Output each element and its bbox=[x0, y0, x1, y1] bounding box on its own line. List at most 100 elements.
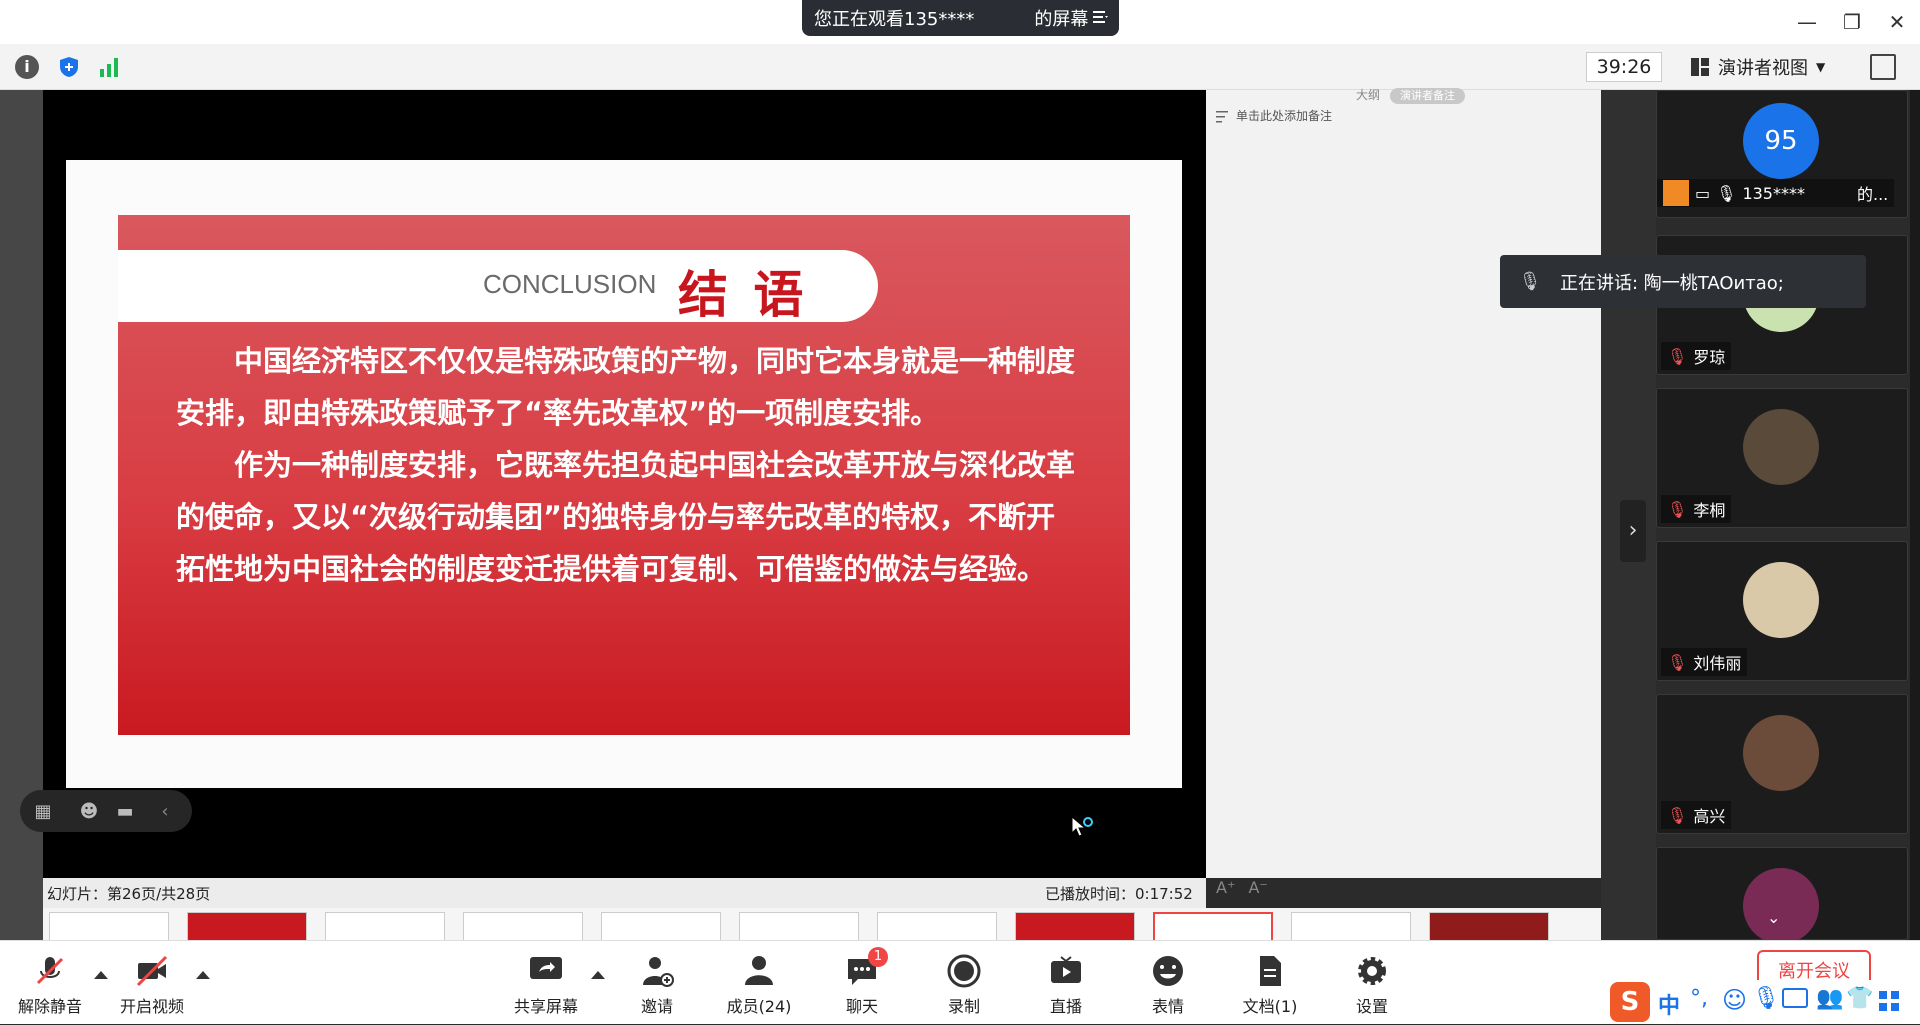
speaking-text: 正在讲话: 陶一桃TAOитао; bbox=[1560, 272, 1784, 294]
slide-status-row: 幻灯片：第26页/共28页 已播放时间：0:17:52 bbox=[43, 878, 1206, 908]
notes-panel[interactable]: 大纲 演讲者备注 单击此处添加备注 bbox=[1206, 88, 1601, 878]
members-button[interactable]: 成员(24) bbox=[709, 941, 809, 1025]
participant-tile[interactable]: 95 ▭ 🎙 135**** 的... bbox=[1656, 90, 1908, 218]
chevron-down-icon[interactable]: ⌄ bbox=[1767, 908, 1780, 927]
participant-name: 李桐 bbox=[1693, 501, 1726, 520]
notes-icon bbox=[1216, 108, 1230, 123]
reactions-button[interactable]: 表情 bbox=[1118, 941, 1218, 1025]
menu-icon[interactable] bbox=[1091, 8, 1109, 26]
security-shield-icon[interactable] bbox=[57, 55, 81, 79]
caret-up-icon[interactable] bbox=[196, 971, 210, 979]
slide-thumbnail[interactable] bbox=[463, 912, 583, 940]
slide-thumbnail[interactable] bbox=[739, 912, 859, 940]
live-button[interactable]: 直播 bbox=[1016, 941, 1116, 1025]
slide-red-panel: CONCLUSION 结 语 中国经济特区不仅仅是特殊政策的产物，同时它本身就是… bbox=[118, 215, 1130, 735]
ime-chinese-icon[interactable]: 中 bbox=[1658, 988, 1680, 1020]
presenter-badge: 演讲者备注 bbox=[1390, 88, 1465, 104]
share-screen-icon bbox=[528, 953, 564, 989]
participant-tile[interactable]: 🎙 李桐 bbox=[1656, 388, 1908, 528]
viewing-screen-pill[interactable]: 您正在观看135**** 的屏幕 bbox=[802, 0, 1119, 36]
layout-icon bbox=[1691, 58, 1709, 76]
restore-icon[interactable]: ❐ bbox=[1840, 10, 1864, 34]
ime-user-icon[interactable]: 👥 bbox=[1816, 986, 1843, 1011]
slide-thumbnail[interactable] bbox=[1291, 912, 1411, 940]
participant-name: 高兴 bbox=[1693, 807, 1726, 826]
smile-icon bbox=[1150, 953, 1186, 989]
participant-list: 95 ▭ 🎙 135**** 的... 🎙 罗琼 🎙 李桐 🎙 刘伟丽 🎙 高兴… bbox=[1656, 90, 1910, 944]
view-mode-label: 演讲者视图 bbox=[1718, 58, 1808, 79]
ime-punctuation-icon[interactable]: °, bbox=[1690, 986, 1708, 1011]
participant-tile[interactable]: ⌄ bbox=[1656, 847, 1908, 944]
record-label: 录制 bbox=[947, 997, 980, 1016]
title-bar: 您正在观看135**** 的屏幕 — ❐ ✕ bbox=[0, 0, 1920, 44]
share-screen-button[interactable]: 共享屏幕 bbox=[496, 941, 596, 1025]
ime-toolbox-icon[interactable] bbox=[1878, 990, 1900, 1012]
chevron-left-icon[interactable]: ‹ bbox=[154, 801, 176, 823]
info-icon[interactable]: i bbox=[15, 55, 39, 79]
unmute-button[interactable]: 解除静音 bbox=[0, 941, 100, 1025]
add-notes-hint[interactable]: 单击此处添加备注 bbox=[1236, 107, 1332, 124]
slide-thumbnail[interactable] bbox=[877, 912, 997, 940]
score-badge: 95 bbox=[1743, 103, 1819, 179]
slide-thumbnail[interactable] bbox=[325, 912, 445, 940]
mic-muted-icon: 🎙 bbox=[1518, 271, 1542, 292]
grid-icon[interactable]: ▦ bbox=[32, 801, 54, 823]
minimize-icon[interactable]: — bbox=[1795, 10, 1819, 34]
mic-muted-icon: 🎙 bbox=[1667, 346, 1688, 366]
cursor-loading-icon bbox=[1071, 815, 1093, 837]
participant-suffix: 的... bbox=[1856, 185, 1889, 204]
ime-keyboard-icon[interactable] bbox=[1782, 988, 1808, 1008]
ime-emoji-icon[interactable]: ☺ bbox=[1722, 986, 1747, 1014]
invite-button[interactable]: 邀请 bbox=[607, 941, 707, 1025]
slide-thumbnail[interactable] bbox=[1015, 912, 1135, 940]
view-mode-dropdown[interactable]: 演讲者视图 ▼ bbox=[1690, 52, 1840, 82]
participant-tile[interactable]: 🎙 高兴 bbox=[1656, 694, 1908, 834]
emoji-icon[interactable]: ☻ bbox=[78, 801, 100, 823]
docs-button[interactable]: 文档(1) bbox=[1220, 941, 1320, 1025]
members-icon bbox=[741, 953, 777, 989]
slide-canvas: CONCLUSION 结 语 中国经济特区不仅仅是特殊政策的产物，同时它本身就是… bbox=[66, 160, 1182, 788]
collapse-panel-button[interactable]: › bbox=[1620, 500, 1646, 562]
comment-icon[interactable]: ▬ bbox=[114, 801, 136, 823]
live-stream-icon bbox=[1048, 953, 1084, 989]
screen-share-icon: ▭ bbox=[1695, 183, 1711, 203]
ime-skin-icon[interactable]: 👕 bbox=[1846, 986, 1873, 1011]
ime-logo-icon[interactable]: S bbox=[1610, 982, 1650, 1022]
ime-voice-icon[interactable]: 🎙 bbox=[1752, 986, 1780, 1011]
font-decrease-button[interactable]: A⁻ bbox=[1248, 878, 1267, 897]
slide-thumbnail-current[interactable] bbox=[1153, 912, 1273, 940]
share-screen-label: 共享屏幕 bbox=[513, 997, 578, 1016]
chat-badge: 1 bbox=[868, 947, 888, 967]
avatar bbox=[1743, 868, 1819, 944]
slide-thumbnail[interactable] bbox=[601, 912, 721, 940]
fullscreen-icon[interactable] bbox=[1870, 54, 1896, 80]
mic-muted-icon: 🎙 bbox=[1667, 499, 1688, 519]
participant-name: 135**** bbox=[1742, 183, 1805, 203]
slide-paragraph: 作为一种制度安排，它既率先担负起中国社会改革开放与深化改革的使命，又以“次级行动… bbox=[176, 448, 1076, 586]
name-tag: 🎙 刘伟丽 bbox=[1661, 648, 1748, 676]
slide-thumbnail[interactable] bbox=[187, 912, 307, 940]
mic-muted-icon: 🎙 bbox=[1667, 652, 1688, 672]
name-tag: 🎙 李桐 bbox=[1661, 495, 1732, 523]
members-label: 成员(24) bbox=[726, 997, 792, 1016]
close-icon[interactable]: ✕ bbox=[1885, 10, 1909, 34]
record-button[interactable]: 录制 bbox=[914, 941, 1014, 1025]
participant-tile[interactable]: 🎙 刘伟丽 bbox=[1656, 541, 1908, 681]
avatar bbox=[1743, 409, 1819, 485]
chevron-down-icon: ▼ bbox=[1816, 60, 1826, 74]
slide-thumbnail[interactable] bbox=[1429, 912, 1549, 940]
slide-thumbnail[interactable] bbox=[49, 912, 169, 940]
scrollbar[interactable] bbox=[1910, 90, 1920, 940]
docs-label: 文档(1) bbox=[1242, 997, 1298, 1016]
settings-label: 设置 bbox=[1355, 997, 1388, 1016]
slide-thumbnails bbox=[43, 908, 1601, 940]
caret-up-icon[interactable] bbox=[591, 971, 605, 979]
chat-icon: 1 bbox=[844, 947, 888, 989]
font-increase-button[interactable]: A⁺ bbox=[1216, 878, 1235, 897]
avatar bbox=[1743, 715, 1819, 791]
network-signal-icon[interactable] bbox=[98, 55, 122, 79]
settings-button[interactable]: 设置 bbox=[1322, 941, 1422, 1025]
slide-paragraph: 中国经济特区不仅仅是特殊政策的产物，同时它本身就是一种制度安排，即由特殊政策赋予… bbox=[176, 344, 1076, 430]
chat-button[interactable]: 1 聊天 bbox=[812, 941, 912, 1025]
start-video-button[interactable]: 开启视频 bbox=[102, 941, 202, 1025]
